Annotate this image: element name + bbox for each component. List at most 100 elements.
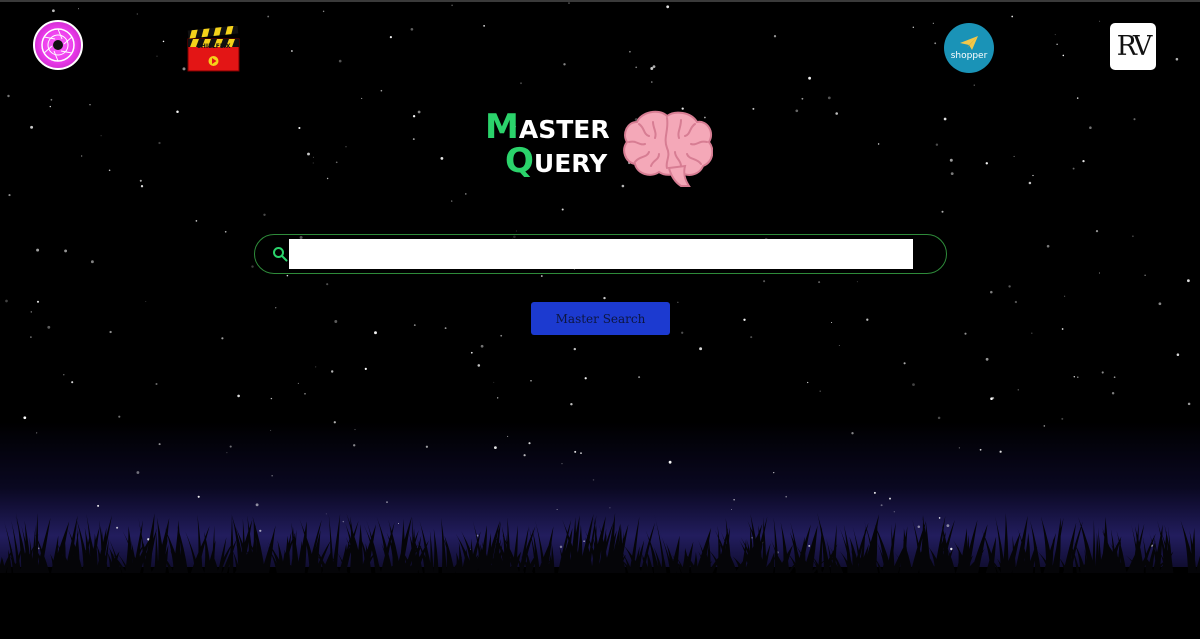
star <box>63 374 65 376</box>
star <box>584 377 587 380</box>
star <box>118 415 121 418</box>
star <box>286 274 289 277</box>
search-input[interactable] <box>289 239 913 269</box>
star <box>941 210 944 213</box>
star <box>353 444 356 447</box>
ground <box>0 567 1200 639</box>
star <box>50 98 53 101</box>
star <box>1043 425 1046 427</box>
star <box>451 4 453 7</box>
star <box>195 220 198 222</box>
star <box>8 194 11 197</box>
clapperboard-icon <box>187 26 240 72</box>
star <box>635 66 638 69</box>
star <box>361 97 363 99</box>
star <box>275 307 277 309</box>
shopper-label: shopper <box>950 51 988 61</box>
logo-text-aster: ASTER <box>518 115 610 144</box>
star <box>156 55 158 57</box>
logo-line-1: MASTER <box>485 110 610 145</box>
star <box>1031 332 1033 335</box>
star <box>1054 34 1056 36</box>
star <box>78 8 79 10</box>
star <box>507 435 509 437</box>
search-icon[interactable] <box>272 246 288 262</box>
star <box>838 345 840 346</box>
star <box>136 13 138 15</box>
star <box>493 381 495 383</box>
star <box>1028 181 1032 185</box>
camera-aperture-icon <box>41 28 75 62</box>
star <box>417 110 421 114</box>
chillflix-app-link[interactable] <box>187 26 240 72</box>
star <box>109 330 112 334</box>
star <box>136 471 140 474</box>
star <box>425 445 429 448</box>
star <box>752 107 755 110</box>
star <box>1061 417 1064 420</box>
star <box>574 450 577 453</box>
star <box>497 397 499 399</box>
star <box>1089 126 1092 129</box>
star <box>267 15 270 18</box>
star <box>912 26 914 28</box>
star <box>90 260 94 264</box>
shopper-app-link[interactable]: shopper <box>944 23 994 73</box>
star <box>304 392 306 395</box>
star <box>36 248 40 252</box>
star <box>851 432 854 435</box>
star <box>1061 328 1064 330</box>
star <box>835 112 838 115</box>
star <box>1144 274 1146 276</box>
star <box>322 10 325 13</box>
star <box>570 402 573 406</box>
star <box>827 96 831 100</box>
star <box>255 503 259 507</box>
star <box>973 84 975 86</box>
star <box>221 337 224 340</box>
star <box>990 290 993 294</box>
star <box>1062 54 1065 57</box>
star <box>638 376 641 379</box>
star <box>30 311 33 313</box>
star <box>412 138 415 141</box>
star <box>1176 353 1180 356</box>
star <box>530 380 532 382</box>
star <box>139 179 142 182</box>
star <box>873 491 876 494</box>
star <box>801 97 804 100</box>
star <box>819 390 821 392</box>
star <box>297 382 299 384</box>
star <box>699 347 703 351</box>
star <box>49 105 51 108</box>
star <box>652 65 656 68</box>
star <box>315 366 317 368</box>
star <box>880 504 883 507</box>
star <box>950 172 954 176</box>
star <box>47 325 51 329</box>
star <box>1013 155 1015 157</box>
star <box>64 249 68 253</box>
star <box>520 82 522 85</box>
star <box>291 50 293 52</box>
rv-app-link[interactable]: RV <box>1110 23 1156 70</box>
star <box>1158 302 1162 306</box>
star <box>573 347 576 351</box>
star <box>335 161 338 164</box>
star <box>226 452 228 454</box>
star <box>750 336 753 339</box>
star <box>140 185 144 188</box>
star <box>1187 402 1191 406</box>
star <box>912 383 915 386</box>
star <box>81 155 83 157</box>
star <box>666 5 670 9</box>
star <box>1046 244 1050 248</box>
star <box>523 454 526 457</box>
star <box>483 25 485 27</box>
camera-app-link[interactable] <box>33 20 83 70</box>
star <box>743 318 746 321</box>
star <box>808 76 811 80</box>
star <box>412 115 416 118</box>
star <box>158 443 161 446</box>
master-search-button[interactable]: Master Search <box>531 302 670 335</box>
